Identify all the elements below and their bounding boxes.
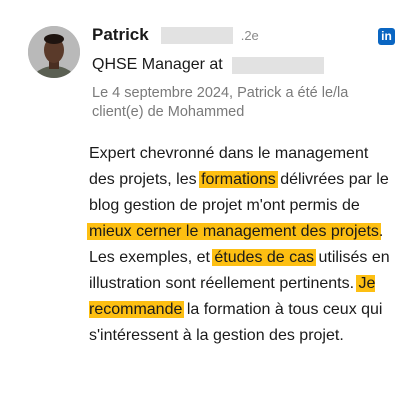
connection-degree: .2e xyxy=(240,27,259,43)
highlight-mieux-cerner: mieux cerner le management des projets xyxy=(87,223,381,240)
recommendation-text: Expert chevronné dans le management des … xyxy=(87,141,391,349)
highlight-etudes-de-cas: études de cas xyxy=(212,249,317,266)
highlight-formations: formations xyxy=(199,171,278,188)
redacted-company xyxy=(231,56,324,74)
header: Patrick .2e QHSE Manager at Le 4 septemb… xyxy=(92,24,396,122)
author-headline: QHSE Manager at xyxy=(92,56,223,73)
redacted-surname xyxy=(160,26,233,44)
recommendation-date: Le 4 septembre 2024, Patrick a été le/la… xyxy=(92,85,349,120)
linkedin-icon[interactable]: in xyxy=(378,28,395,45)
name-row: Patrick .2e xyxy=(92,24,396,46)
avatar[interactable] xyxy=(28,26,80,78)
headline-row: QHSE Manager at xyxy=(92,54,396,76)
recommendation-card: Patrick .2e QHSE Manager at Le 4 septemb… xyxy=(0,0,416,400)
author-name[interactable]: Patrick xyxy=(92,25,149,45)
